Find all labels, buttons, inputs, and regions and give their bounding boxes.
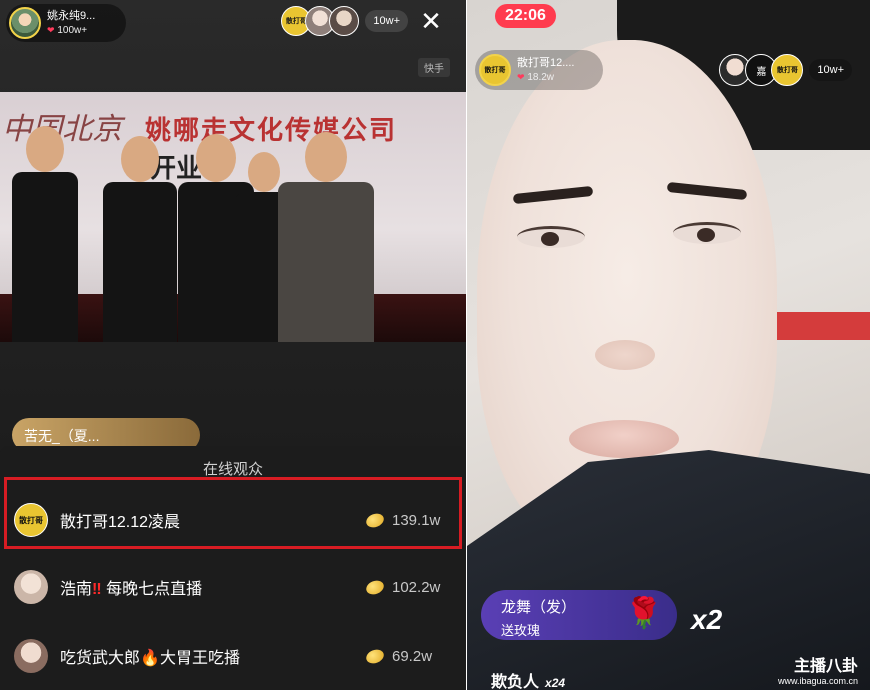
host-likes-count: 18.2w [527,71,555,83]
eyebrow [512,185,594,205]
status-time: 22:06 [495,4,556,28]
watermark-url: www.ibagua.com.cn [777,676,858,686]
host-avatar[interactable]: 散打哥 [479,54,511,86]
viewer-avatar[interactable]: 散打哥 [771,54,804,86]
user-avatar[interactable] [14,570,48,604]
person-figure [10,126,80,342]
right-live-screen: 22:06 散打哥 散打哥12.... ❤ 18.2w 嘉 散打哥 10w+ 龙… [467,0,870,690]
user-name: 吃货武大郎🔥大胃王吃播 [60,644,366,668]
eyebrow [666,181,748,201]
host-info-pill[interactable]: 姚永纯9... ❤ 100w+ [6,4,126,42]
left-live-screen: 姚永纯9... ❤ 100w+ 散打哥 10w+ ✕ 快手 中国北京 姚哪走文化… [0,0,466,690]
host-text: 姚永纯9... ❤ 100w+ [47,9,95,38]
watermark: 主播八卦 www.ibagua.com.cn [778,652,858,686]
person-figure [100,136,180,342]
host-info-pill[interactable]: 散打哥 散打哥12.... ❤ 18.2w [475,50,603,90]
top-viewers[interactable]: 散打哥 10w+ [281,6,408,36]
host-name: 散打哥12.... [517,56,575,69]
host-likes: ❤ 18.2w [517,70,574,85]
list-item[interactable]: 浩南‼ 每晚七点直播 102.2w [0,557,466,617]
user-name-prefix: 吃货武大郎 [60,650,141,667]
platform-tag: 快手 [418,58,450,77]
gift-multiplier: x2 [691,604,723,635]
contribution-amount: 69.2w [392,647,433,665]
viewer-count[interactable]: 10w+ [809,59,852,81]
user-name-suffix: 大胃王吃播 [159,650,240,667]
fire-icon: 🔥 [140,650,160,667]
host-name: 姚永纯9... [47,9,96,22]
rose-icon: 🌹 [625,597,663,630]
host-likes: ❤ 100w+ [47,23,95,38]
coin-icon [364,577,386,597]
eye [673,222,741,244]
person-figure [276,132,376,342]
host-text: 散打哥12.... ❤ 18.2w [517,56,574,85]
user-name-suffix: 每晚七点直播 [106,581,203,598]
nose [595,340,655,370]
contribution-amount: 102.2w [392,578,441,596]
host-likes-count: 100w+ [57,24,88,36]
highlight-box [4,477,462,549]
heart-icon: ❤ [47,24,55,35]
eye [517,226,585,248]
user-name: 浩南‼ 每晚七点直播 [60,575,366,599]
user-avatar[interactable] [14,639,48,673]
list-item[interactable]: 吃货武大郎🔥大胃王吃播 69.2w [0,626,466,686]
mouth [569,420,679,458]
top-viewers[interactable]: 嘉 散打哥 10w+ [719,54,852,86]
watermark-logo: 主播八卦 [793,656,858,675]
viewer-count[interactable]: 10w+ [365,10,408,32]
viewer-avatar[interactable] [329,6,360,36]
sheet-title: 在线观众 [202,461,263,478]
bottom-gift-user: 欺负人 x24 [491,668,565,690]
bottom-user-name: 欺负人 [491,674,540,690]
bottom-user-count: x24 [545,676,566,690]
double-exclamation-icon: ‼ [92,581,102,598]
heart-icon: ❤ [517,71,525,82]
user-name-prefix: 浩南 [60,581,93,598]
close-icon[interactable]: ✕ [418,8,444,34]
host-avatar[interactable] [9,7,41,39]
coin-icon [364,646,386,666]
live-video[interactable]: 中国北京 姚哪走文化传媒公司 开业 [0,92,466,342]
